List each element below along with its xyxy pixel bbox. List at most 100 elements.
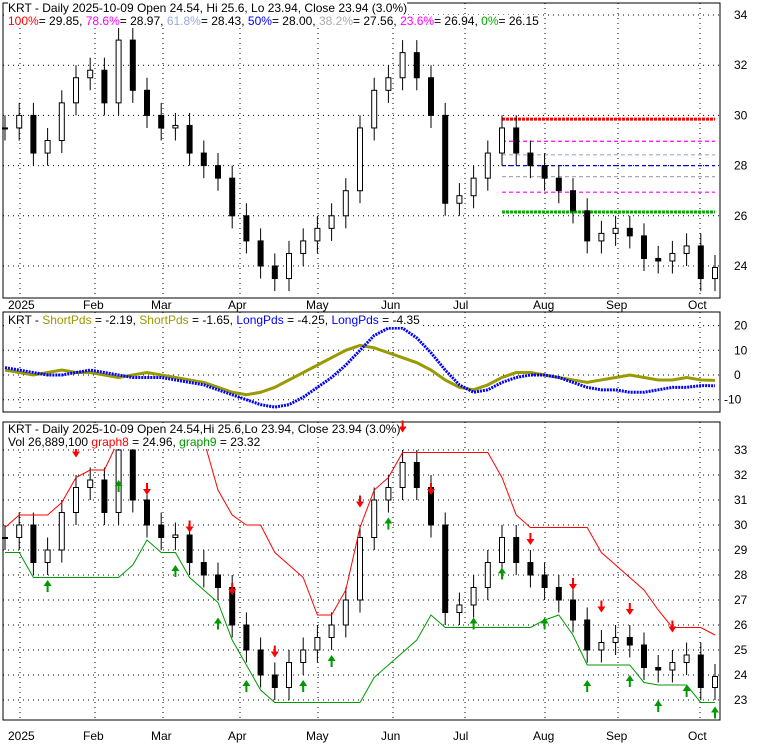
- y-tick-label: 28: [734, 159, 748, 173]
- candle-body: [399, 462, 406, 488]
- sell-arrow-icon: [185, 520, 194, 533]
- x-tick-label: Aug: [533, 298, 554, 312]
- candle-body: [172, 124, 179, 129]
- candle-body: [101, 479, 108, 513]
- candle-body: [243, 215, 250, 242]
- candle-body: [58, 102, 65, 141]
- buy-arrow-icon: [711, 706, 719, 719]
- candle-body: [527, 562, 534, 576]
- candle-body: [697, 245, 704, 280]
- y-tick-label: 0: [734, 368, 741, 382]
- x-tick-label: Jul: [453, 729, 468, 743]
- candle-body: [697, 654, 704, 688]
- x-tick-label: Aug: [533, 729, 554, 743]
- sell-arrow-icon: [143, 483, 151, 495]
- candle-body: [73, 77, 79, 104]
- fib-label: 78.6%: [85, 14, 120, 28]
- candle-body: [584, 619, 591, 651]
- candle-body: [271, 265, 278, 280]
- x-tick-label: Apr: [228, 729, 247, 743]
- sell-arrow-icon: [270, 645, 279, 658]
- buy-arrow-icon: [682, 685, 691, 697]
- candle-body: [442, 524, 449, 613]
- y-tick-label: 26: [734, 209, 748, 223]
- candle-body: [371, 89, 378, 129]
- y-tick-label: 31: [734, 493, 748, 507]
- x-tick-label: 2025: [8, 298, 35, 312]
- candle-body: [286, 252, 292, 280]
- candle-body: [30, 524, 37, 563]
- candle-body: [641, 235, 647, 259]
- candle-body: [413, 52, 420, 79]
- candle-body: [357, 537, 363, 601]
- candle-body: [300, 240, 307, 254]
- candle-body: [328, 215, 335, 229]
- fib-value: = 28.00,: [271, 14, 319, 28]
- fib-value: = 28.43,: [200, 14, 248, 28]
- candle-body: [172, 534, 179, 538]
- candle-body: [300, 649, 307, 663]
- x-tick-label: Oct: [688, 298, 707, 312]
- candle-body: [44, 549, 51, 563]
- panel-frame: [2, 311, 721, 413]
- candle-body: [101, 69, 108, 104]
- fib-label: 50%: [247, 14, 272, 28]
- candle-body: [712, 267, 718, 280]
- candle-body: [655, 667, 662, 671]
- y-tick-label: 27: [734, 593, 748, 607]
- candle-body: [271, 674, 278, 688]
- candle-body: [200, 562, 207, 576]
- candle-body: [129, 449, 136, 501]
- candle-body: [257, 240, 264, 267]
- candle-body: [584, 210, 591, 242]
- candle-body: [186, 534, 193, 563]
- candle-body: [570, 190, 576, 212]
- candle-body: [73, 487, 79, 513]
- fib-value: = 27.56,: [353, 14, 401, 28]
- candle-body: [2, 537, 8, 539]
- candle-body: [30, 114, 37, 154]
- candle-body: [158, 524, 165, 538]
- buy-arrow-icon: [299, 680, 308, 692]
- sell-arrow-icon: [569, 578, 577, 590]
- candle-body: [598, 232, 605, 242]
- long-pds-line: [4, 326, 716, 409]
- buy-arrow-icon: [498, 567, 506, 580]
- x-tick-label: Jul: [453, 298, 468, 312]
- volume-legend: Vol 26,889,100 graph8 = 24.96, graph9 = …: [8, 435, 261, 449]
- fib-value: = 28.97,: [119, 14, 167, 28]
- fib-value: = 29.85,: [38, 14, 86, 28]
- y-tick-label: 20: [734, 319, 748, 333]
- candle-body: [598, 642, 605, 651]
- candle-body: [413, 462, 420, 488]
- candle-body: [16, 524, 23, 538]
- candle-body: [513, 537, 520, 563]
- candle-body: [712, 676, 718, 688]
- oscillator-legend: KRT - ShortPds = -2.19, ShortPds = -1.65…: [8, 313, 420, 327]
- buy-arrow-icon: [43, 580, 52, 592]
- candle-body: [484, 152, 491, 179]
- fib-label: 0%: [481, 14, 499, 28]
- candle-body: [626, 637, 633, 646]
- candle-body: [470, 177, 477, 197]
- sell-arrow-icon: [668, 620, 677, 633]
- candle-body: [115, 39, 122, 104]
- candle-body: [499, 127, 505, 154]
- buy-arrow-icon: [384, 517, 393, 530]
- y-tick-label: 28: [734, 568, 748, 582]
- y-tick-label: 26: [734, 618, 748, 632]
- candle-body: [612, 637, 619, 643]
- x-tick-label: Oct: [688, 729, 707, 743]
- fib-label: 38.2%: [318, 14, 354, 28]
- candle-body: [342, 190, 349, 217]
- candle-body: [129, 39, 136, 91]
- candle-body: [683, 654, 690, 663]
- y-tick-label: 30: [734, 108, 748, 122]
- buy-arrow-icon: [583, 680, 592, 692]
- y-tick-label: -10: [724, 393, 742, 407]
- stock-chart: 24 26 28 30 32 34 -10 0 10 20 23 24 25 26 27 28 29 30 31 32…: [2, 2, 748, 743]
- candle-body: [144, 499, 150, 526]
- candle-body: [655, 257, 662, 262]
- candle-body: [2, 127, 8, 130]
- candle-body: [58, 512, 65, 551]
